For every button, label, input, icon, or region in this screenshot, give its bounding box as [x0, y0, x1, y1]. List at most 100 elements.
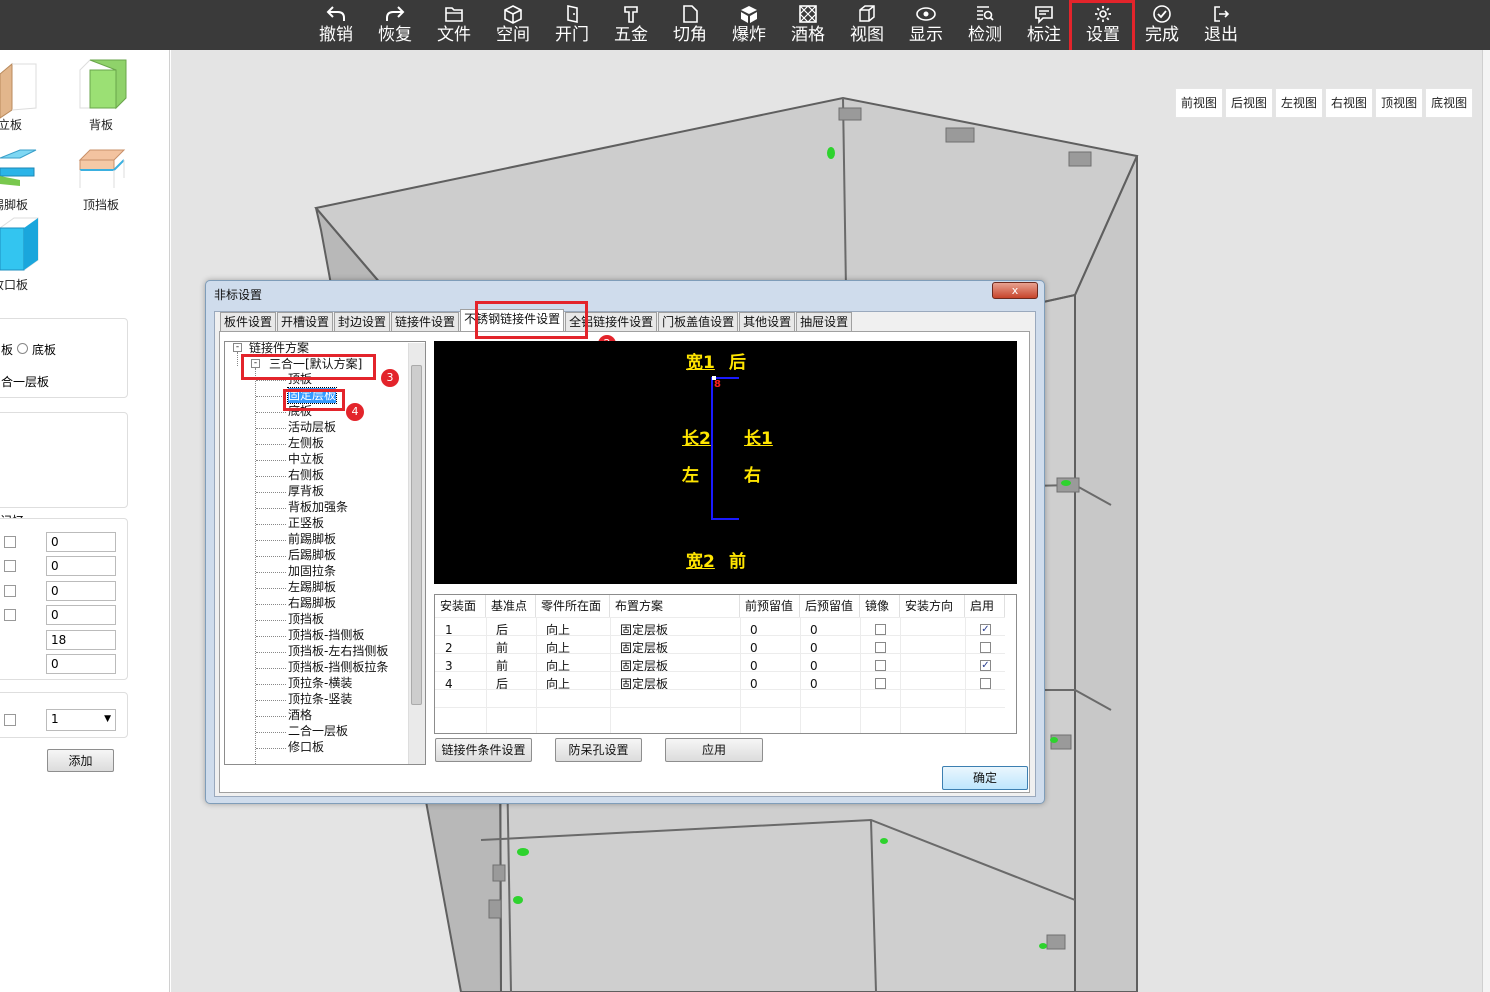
open-door-button[interactable]: 开门 [543, 0, 601, 50]
table-cell[interactable]: 0 [802, 639, 818, 657]
mirror-checkbox[interactable] [875, 624, 886, 635]
bottom-board-radio[interactable] [17, 343, 28, 354]
enabled-checkbox[interactable]: ✓ [980, 660, 991, 671]
tree-item-node[interactable]: 顶挡板 [288, 612, 324, 627]
side-panel-thumbnail[interactable] [0, 60, 40, 120]
tree-scrollbar[interactable] [408, 343, 425, 764]
table-column-header[interactable]: 零件所在面 [536, 595, 610, 617]
corner-cut-button[interactable]: 切角 [661, 0, 719, 50]
table-cell[interactable]: 前 [488, 639, 508, 657]
connector-rules-table[interactable]: 安装面 基准点 零件所在面 布置方案 前预留值 后预留值 镜像 安装方向 启用 1 后向上 固定层板… [434, 594, 1017, 734]
anti-error-hole-button[interactable]: 防呆孔设置 [555, 738, 642, 762]
table-cell[interactable]: 4 [437, 675, 453, 693]
finish-button[interactable]: 完成 [1133, 0, 1191, 50]
tree-item-node[interactable]: 顶挡板-左右挡侧板 [288, 644, 388, 659]
wine-grid-button[interactable]: 酒格 [779, 0, 837, 50]
dimension-input-6[interactable]: 0 [46, 654, 116, 674]
dimension-input-2[interactable]: 0 [46, 556, 116, 576]
front-view-button[interactable]: 前视图 [1175, 88, 1224, 118]
tree-item-node[interactable]: 厚背板 [288, 484, 324, 499]
dimension-input-1[interactable]: 0 [46, 532, 116, 552]
top-view-button[interactable]: 顶视图 [1375, 88, 1424, 118]
tab-door-cover-settings[interactable]: 门板盖值设置 [658, 312, 739, 332]
tree-item-node[interactable]: 正竖板 [288, 516, 324, 531]
table-cell[interactable]: 3 [437, 657, 453, 675]
table-column-header[interactable]: 基准点 [486, 595, 536, 617]
tab-other-settings[interactable]: 其他设置 [739, 312, 796, 332]
table-cell[interactable]: 向上 [538, 675, 570, 693]
dimension-input-4[interactable]: 0 [46, 605, 116, 625]
dimension-input-3[interactable]: 0 [46, 581, 116, 601]
ok-button[interactable]: 确定 [942, 766, 1028, 790]
trim-board-thumbnail[interactable] [0, 216, 42, 274]
table-column-header[interactable]: 安装方向 [900, 595, 965, 617]
table-cell[interactable]: 后 [488, 675, 508, 693]
table-cell[interactable]: 0 [802, 675, 818, 693]
tab-edge-settings[interactable]: 封边设置 [334, 312, 391, 332]
table-column-header[interactable]: 安装面 [435, 595, 486, 617]
tree-item-node[interactable]: 中立板 [288, 452, 324, 467]
table-cell[interactable]: 1 [437, 621, 453, 639]
space-button[interactable]: 空间 [484, 0, 542, 50]
table-cell[interactable]: 0 [742, 639, 758, 657]
table-cell[interactable]: 固定层板 [612, 657, 668, 675]
annotate-button[interactable]: 标注 [1015, 0, 1073, 50]
back-panel-thumbnail[interactable] [76, 58, 128, 114]
memory-checkbox-3[interactable] [4, 585, 16, 597]
tree-item-node[interactable]: 加固拉条 [288, 564, 336, 579]
table-cell[interactable]: 2 [437, 639, 453, 657]
dialog-close-button[interactable]: x [992, 282, 1038, 299]
tree-scrollbar-thumb[interactable] [411, 365, 422, 705]
file-button[interactable]: 文件 [425, 0, 483, 50]
memory-checkbox-1[interactable] [4, 536, 16, 548]
select-checkbox[interactable] [4, 714, 16, 726]
mirror-checkbox[interactable] [875, 642, 886, 653]
apply-button[interactable]: 应用 [665, 738, 763, 762]
display-button[interactable]: 显示 [897, 0, 955, 50]
table-column-header[interactable]: 镜像 [860, 595, 900, 617]
tab-drawer-settings[interactable]: 抽屉设置 [796, 312, 853, 332]
tree-item-node[interactable]: 顶拉条-横装 [288, 676, 352, 691]
table-cell[interactable]: 0 [802, 621, 818, 639]
exit-button[interactable]: 退出 [1192, 0, 1250, 50]
redo-button[interactable]: 恢复 [366, 0, 424, 50]
table-cell[interactable]: 固定层板 [612, 639, 668, 657]
table-cell[interactable]: 后 [488, 621, 508, 639]
table-cell[interactable]: 固定层板 [612, 621, 668, 639]
explode-button[interactable]: 爆炸 [720, 0, 778, 50]
tree-item-node[interactable]: 顶挡板-挡侧板 [288, 628, 364, 643]
table-cell[interactable]: 向上 [538, 657, 570, 675]
hardware-button[interactable]: 五金 [602, 0, 660, 50]
tree-item-node[interactable]: 右踢脚板 [288, 596, 336, 611]
memory-checkbox-4[interactable] [4, 609, 16, 621]
tree-item-node[interactable]: 二合一层板 [288, 724, 348, 739]
enabled-checkbox[interactable]: ✓ [980, 624, 991, 635]
table-cell[interactable]: 0 [742, 657, 758, 675]
memory-checkbox-2[interactable] [4, 560, 16, 572]
table-column-header[interactable]: 布置方案 [610, 595, 740, 617]
mirror-checkbox[interactable] [875, 678, 886, 689]
table-cell[interactable]: 0 [742, 621, 758, 639]
tree-item-node[interactable]: 左踢脚板 [288, 580, 336, 595]
table-column-header[interactable]: 前预留值 [740, 595, 800, 617]
dimension-input-5[interactable]: 18 [46, 630, 116, 650]
table-cell[interactable]: 固定层板 [612, 675, 668, 693]
tree-item-node[interactable]: 修口板 [288, 740, 324, 755]
table-cell[interactable]: 前 [488, 657, 508, 675]
table-cell[interactable]: 向上 [538, 639, 570, 657]
inspect-button[interactable]: 检测 [956, 0, 1014, 50]
right-view-button[interactable]: 右视图 [1325, 88, 1374, 118]
tree-item-node[interactable]: 前踢脚板 [288, 532, 336, 547]
kick-board-thumbnail[interactable] [0, 138, 40, 196]
table-cell[interactable]: 向上 [538, 621, 570, 639]
tree-item-node[interactable]: 右侧板 [288, 468, 324, 483]
connector-condition-button[interactable]: 链接件条件设置 [435, 738, 532, 762]
tree-item-node[interactable]: 后踢脚板 [288, 548, 336, 563]
back-view-button[interactable]: 后视图 [1225, 88, 1274, 118]
table-cell[interactable]: 0 [742, 675, 758, 693]
tree-item-node[interactable]: 左侧板 [288, 436, 324, 451]
tree-item-node[interactable]: 顶拉条-竖装 [288, 692, 352, 707]
quantity-select[interactable]: 1 ▼ [46, 709, 116, 731]
mirror-checkbox[interactable] [875, 660, 886, 671]
top-baffle-thumbnail[interactable] [76, 138, 128, 194]
